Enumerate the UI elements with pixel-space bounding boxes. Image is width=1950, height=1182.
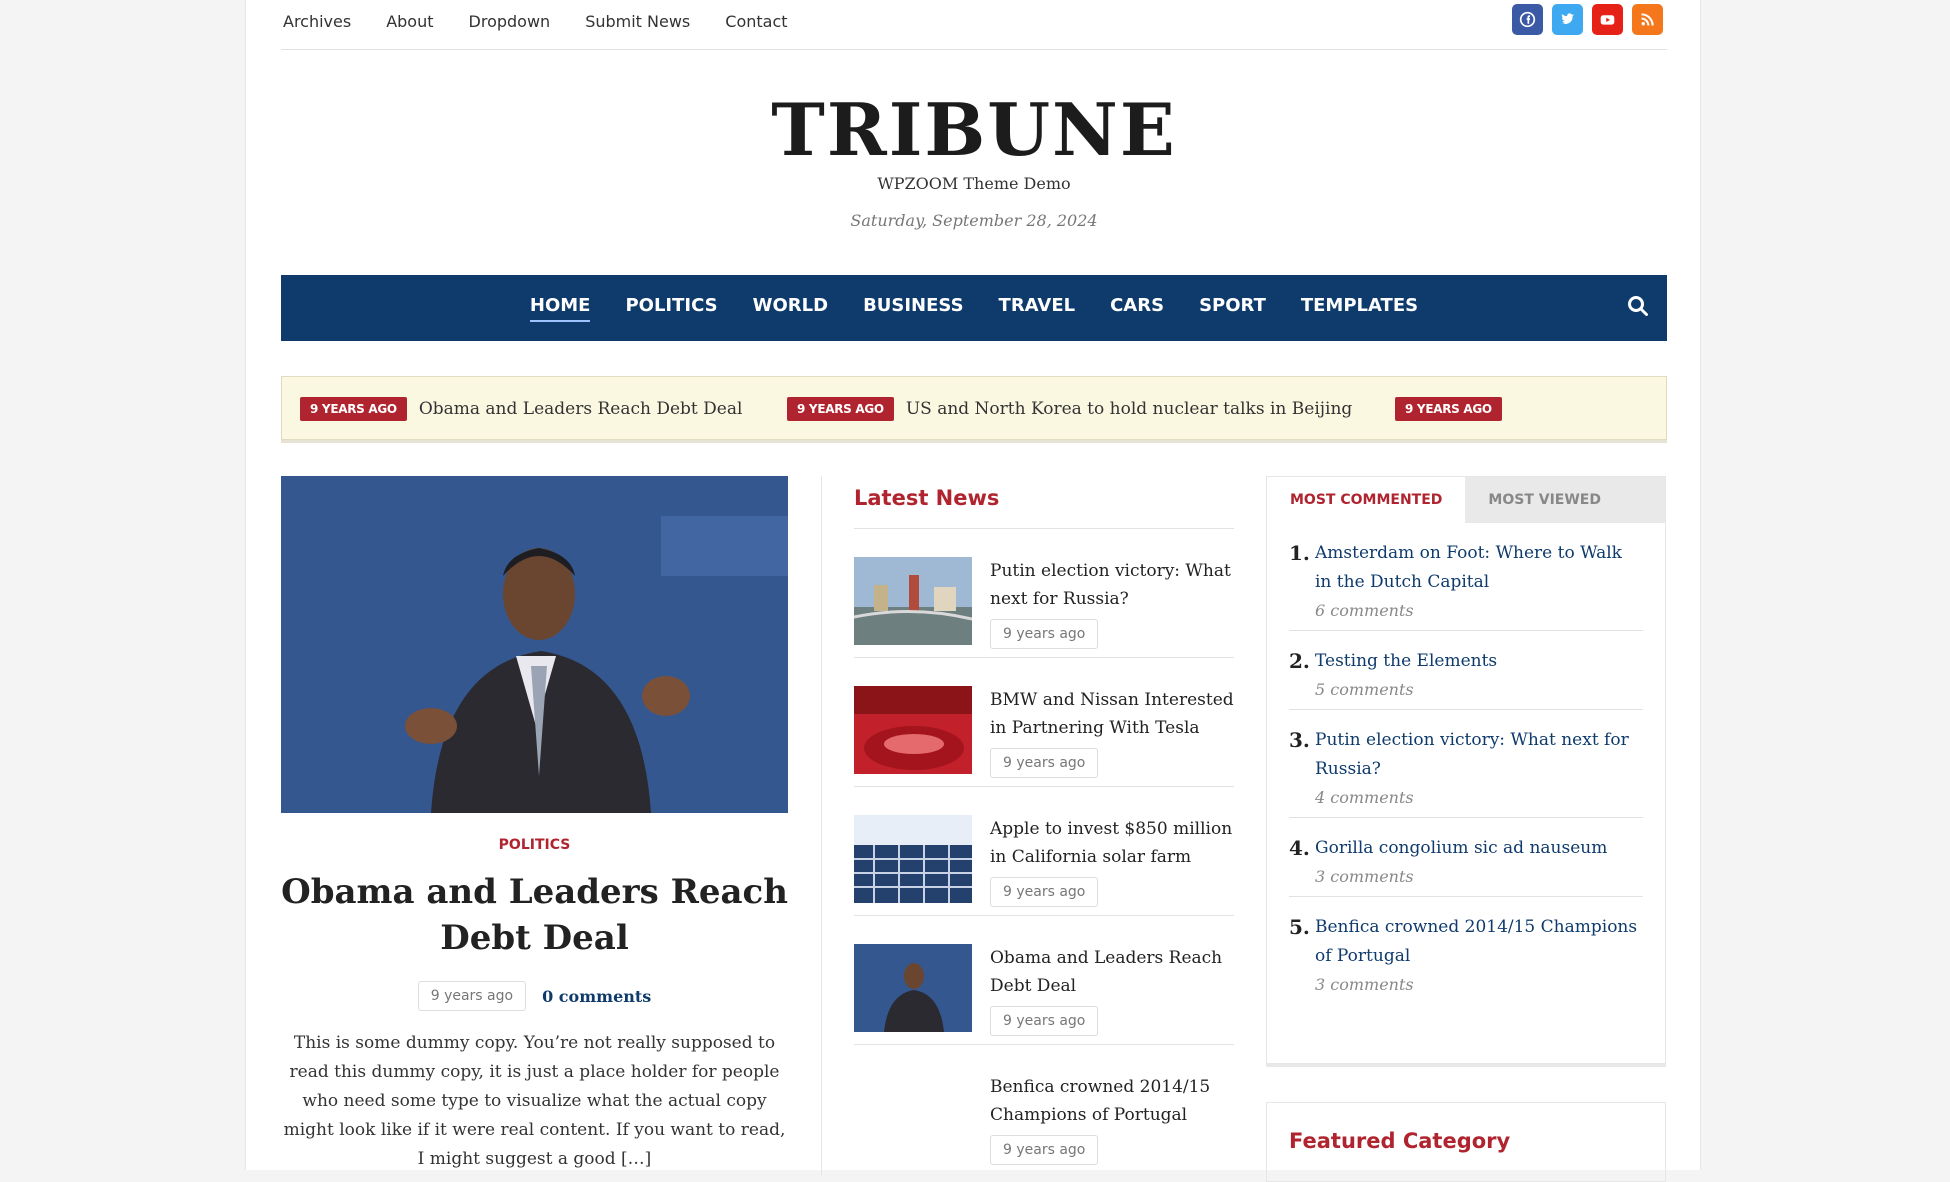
rank-number: 3. xyxy=(1289,728,1310,752)
nav-templates[interactable]: TEMPLATES xyxy=(1301,295,1418,322)
featured-category-heading: Featured Category xyxy=(1289,1129,1511,1153)
twitter-icon[interactable] xyxy=(1552,4,1583,35)
rank-number: 5. xyxy=(1289,915,1310,939)
ticker-title[interactable]: Obama and Leaders Reach Debt Deal xyxy=(419,399,743,419)
search-icon[interactable] xyxy=(1627,295,1649,321)
youtube-icon[interactable] xyxy=(1592,4,1623,35)
tab-most-commented[interactable]: MOST COMMENTED xyxy=(1267,477,1466,523)
topnav-about[interactable]: About xyxy=(386,12,433,31)
featured-excerpt: This is some dummy copy. You’re not real… xyxy=(283,1033,786,1169)
topnav-archives[interactable]: Archives xyxy=(283,12,351,31)
nav-travel[interactable]: TRAVEL xyxy=(999,295,1076,322)
ticker-badge: 9 YEARS AGO xyxy=(1395,397,1502,421)
comment-count: 4 comments xyxy=(1315,788,1414,807)
rank-number: 1. xyxy=(1289,541,1310,565)
news-thumbnail[interactable] xyxy=(854,944,972,1032)
ticker-item[interactable]: 9 YEARS AGO Obama and Leaders Reach Debt… xyxy=(300,397,742,421)
facebook-icon[interactable] xyxy=(1512,4,1543,35)
social-links xyxy=(1512,4,1663,35)
nav-politics[interactable]: POLITICS xyxy=(625,295,717,322)
top-nav: Archives About Dropdown Submit News Cont… xyxy=(283,12,788,31)
page: Archives About Dropdown Submit News Cont… xyxy=(245,0,1701,1182)
widget-tabs: MOST COMMENTED MOST VIEWED xyxy=(1267,477,1665,523)
list-item[interactable]: Benfica crowned 2014/15 Champions of Por… xyxy=(854,1045,1234,1174)
news-title[interactable]: Obama and Leaders Reach Debt Deal xyxy=(990,944,1234,1000)
rank-number: 4. xyxy=(1289,836,1310,860)
list-item[interactable]: BMW and Nissan Interested in Partnering … xyxy=(854,658,1234,787)
nav-sport[interactable]: SPORT xyxy=(1199,295,1266,322)
news-time: 9 years ago xyxy=(990,1006,1099,1036)
featured-category[interactable]: POLITICS xyxy=(281,837,788,853)
branding: TRIBUNE WPZOOM Theme Demo Saturday, Sept… xyxy=(281,90,1667,231)
list-item[interactable]: Apple to invest $850 million in Californ… xyxy=(854,787,1234,916)
post-title[interactable]: Amsterdam on Foot: Where to Walk in the … xyxy=(1315,539,1643,597)
top-bar: Archives About Dropdown Submit News Cont… xyxy=(281,0,1667,50)
site-tagline: WPZOOM Theme Demo xyxy=(877,174,1071,193)
list-item[interactable]: Putin election victory: What next for Ru… xyxy=(854,529,1234,658)
list-item[interactable]: 3. Putin election victory: What next for… xyxy=(1289,710,1643,818)
popular-posts-widget: MOST COMMENTED MOST VIEWED 1. Amsterdam … xyxy=(1266,476,1666,1064)
site-logo[interactable]: TRIBUNE xyxy=(281,90,1667,170)
list-item[interactable]: Obama and Leaders Reach Debt Deal 9 year… xyxy=(854,916,1234,1045)
news-title[interactable]: Benfica crowned 2014/15 Champions of Por… xyxy=(990,1073,1234,1129)
nav-home[interactable]: HOME xyxy=(529,295,591,322)
ranked-list: 1. Amsterdam on Foot: Where to Walk in t… xyxy=(1267,523,1665,1004)
nav-cars[interactable]: CARS xyxy=(1110,295,1164,322)
post-title[interactable]: Testing the Elements xyxy=(1315,647,1497,676)
news-thumbnail[interactable] xyxy=(854,815,972,903)
latest-news: Latest News Putin election victory: What… xyxy=(854,476,1234,1174)
news-title[interactable]: Apple to invest $850 million in Californ… xyxy=(990,815,1234,871)
latest-news-heading: Latest News xyxy=(854,476,1234,529)
post-title[interactable]: Gorilla congolium sic ad nauseum xyxy=(1315,834,1607,863)
news-time: 9 years ago xyxy=(990,877,1099,907)
list-item[interactable]: 4. Gorilla congolium sic ad nauseum 3 com… xyxy=(1289,818,1643,897)
column-divider xyxy=(821,476,822,1176)
list-item[interactable]: 5. Benfica crowned 2014/15 Champions of … xyxy=(1289,897,1643,1004)
topnav-contact[interactable]: Contact xyxy=(725,12,787,31)
featured-category-widget: Featured Category xyxy=(1266,1102,1666,1182)
news-thumbnail[interactable] xyxy=(854,686,972,774)
news-title[interactable]: Putin election victory: What next for Ru… xyxy=(990,557,1234,613)
ticker-badge: 9 YEARS AGO xyxy=(787,397,894,421)
list-item[interactable]: 2. Testing the Elements 5 comments xyxy=(1289,631,1643,710)
sidebar: MOST COMMENTED MOST VIEWED 1. Amsterdam … xyxy=(1266,476,1666,1182)
featured-article: POLITICS Obama and Leaders Reach Debt De… xyxy=(281,476,788,1174)
news-thumbnail[interactable] xyxy=(854,1073,972,1161)
list-item[interactable]: 1. Amsterdam on Foot: Where to Walk in t… xyxy=(1289,523,1643,631)
topnav-submit-news[interactable]: Submit News xyxy=(585,12,690,31)
ticker-title[interactable]: US and North Korea to hold nuclear talks… xyxy=(906,399,1352,419)
featured-meta: 9 years ago 0 comments xyxy=(281,981,788,1011)
featured-image[interactable] xyxy=(281,476,788,813)
featured-comments-link[interactable]: 0 comments xyxy=(542,987,651,1006)
featured-title[interactable]: Obama and Leaders Reach Debt Deal xyxy=(281,869,788,961)
ticker-badge: 9 YEARS AGO xyxy=(300,397,407,421)
news-ticker: 9 YEARS AGO Obama and Leaders Reach Debt… xyxy=(281,376,1667,440)
news-time: 9 years ago xyxy=(990,619,1099,649)
main-nav: HOME POLITICS WORLD BUSINESS TRAVEL CARS… xyxy=(281,275,1667,341)
comment-count: 5 comments xyxy=(1315,680,1414,699)
comment-count: 3 comments xyxy=(1315,867,1414,886)
news-thumbnail[interactable] xyxy=(854,557,972,645)
current-date: Saturday, September 28, 2024 xyxy=(850,211,1098,230)
comment-count: 6 comments xyxy=(1315,601,1414,620)
nav-world[interactable]: WORLD xyxy=(753,295,828,322)
post-title[interactable]: Putin election victory: What next for Ru… xyxy=(1315,726,1643,784)
nav-business[interactable]: BUSINESS xyxy=(863,295,963,322)
news-title[interactable]: BMW and Nissan Interested in Partnering … xyxy=(990,686,1234,742)
topnav-dropdown[interactable]: Dropdown xyxy=(469,12,551,31)
featured-time: 9 years ago xyxy=(417,981,527,1011)
ticker-item[interactable]: 9 YEARS AGO US and North Korea to hold n… xyxy=(787,397,1352,421)
post-title[interactable]: Benfica crowned 2014/15 Champions of Por… xyxy=(1315,913,1643,971)
rss-icon[interactable] xyxy=(1632,4,1663,35)
comment-count: 3 comments xyxy=(1315,975,1414,994)
rank-number: 2. xyxy=(1289,649,1310,673)
ticker-item[interactable]: 9 YEARS AGO xyxy=(1395,397,1514,421)
news-time: 9 years ago xyxy=(990,1135,1099,1165)
news-time: 9 years ago xyxy=(990,748,1099,778)
tab-most-viewed[interactable]: MOST VIEWED xyxy=(1465,477,1624,523)
